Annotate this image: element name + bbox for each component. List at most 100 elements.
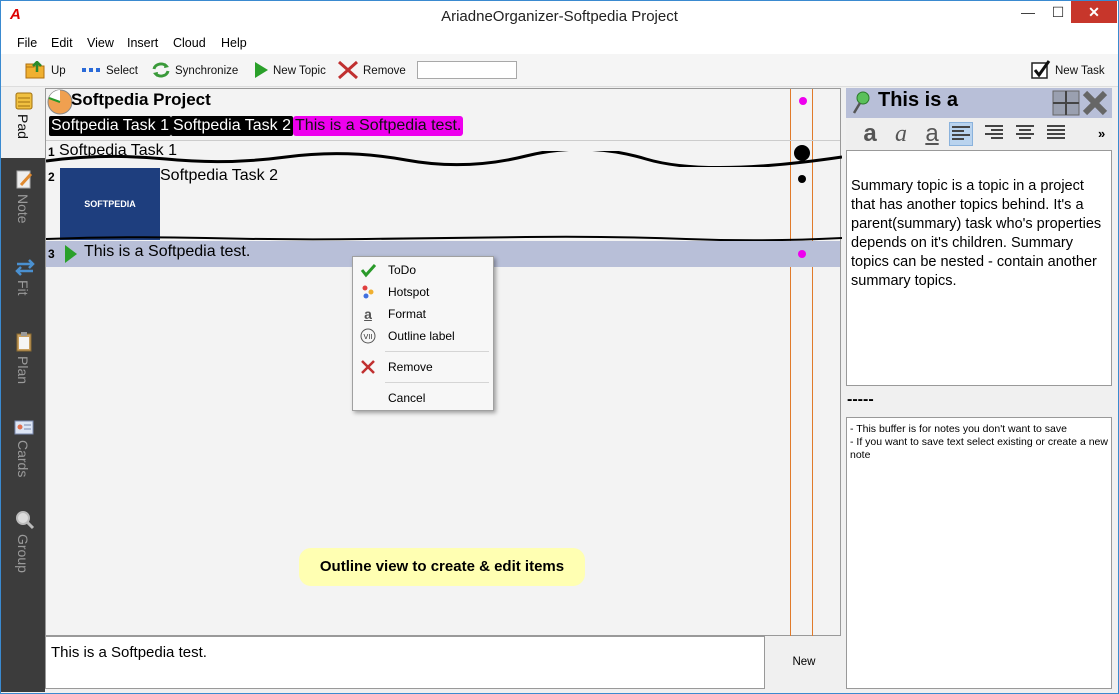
roman-numeral-icon: VII	[360, 328, 376, 344]
row-3-dot	[798, 250, 806, 258]
tab-pad[interactable]: Pad	[1, 88, 45, 158]
tab-plan-label: Plan	[15, 356, 31, 385]
tab-cards[interactable]: Cards	[1, 414, 45, 484]
clipboard-icon	[15, 332, 33, 355]
toolbar-search-input[interactable]	[417, 61, 517, 79]
remove-x-icon	[337, 60, 359, 83]
tab-fit-label: Fit	[15, 280, 31, 296]
folder-up-icon	[25, 59, 47, 82]
maximize-button[interactable]: ☐	[1043, 1, 1073, 23]
chip-task-2[interactable]: Softpedia Task 2	[171, 116, 294, 136]
menu-item-label: Cancel	[388, 391, 426, 405]
menu-edit[interactable]: Edit	[51, 36, 73, 50]
new-task-button[interactable]: New Task	[1031, 59, 1105, 80]
svg-text:VII: VII	[364, 333, 373, 341]
menu-file[interactable]: File	[17, 36, 37, 50]
child-chips: Softpedia Task 1 Softpedia Task 2 This i…	[49, 116, 464, 136]
menu-item-hotspot[interactable]: Hotspot	[353, 281, 493, 303]
align-left-icon[interactable]	[949, 122, 973, 146]
row-number: 3	[48, 247, 55, 261]
tab-pad-label: Pad	[15, 114, 31, 139]
align-right-icon[interactable]	[982, 122, 1006, 146]
menu-help[interactable]: Help	[221, 36, 247, 50]
remove-button[interactable]: Remove	[337, 60, 406, 83]
close-panel-icon[interactable]	[1082, 90, 1108, 119]
synchronize-button[interactable]: Synchronize	[151, 62, 238, 80]
chip-test[interactable]: This is a Softpedia test.	[293, 116, 464, 136]
format-a-icon: a	[364, 306, 372, 322]
align-center-icon[interactable]	[1013, 122, 1037, 146]
menu-item-outline-label[interactable]: VII Outline label	[353, 325, 493, 347]
fit-arrows-icon	[15, 258, 35, 279]
tab-note-label: Note	[15, 194, 31, 224]
select-button[interactable]: Select	[82, 62, 138, 80]
menu-view[interactable]: View	[87, 36, 114, 50]
menu-item-remove[interactable]: Remove	[353, 356, 493, 378]
id-card-icon	[14, 418, 34, 439]
row-text[interactable]: This is a Softpedia test.	[84, 243, 250, 261]
notes-buffer[interactable]: - This buffer is for notes you don't wan…	[846, 417, 1112, 689]
project-marker-dot	[799, 97, 807, 105]
window-title: AriadneOrganizer-Softpedia Project	[441, 8, 678, 25]
notes-separator: -----	[847, 391, 874, 408]
close-button[interactable]: ✕	[1071, 1, 1117, 23]
app-window: A AriadneOrganizer-Softpedia Project — ☐…	[0, 0, 1119, 694]
tab-plan[interactable]: Plan	[1, 328, 45, 390]
menu-item-todo[interactable]: ToDo	[353, 259, 493, 281]
dots-icon	[82, 65, 102, 77]
select-label: Select	[106, 65, 138, 77]
pin-icon	[851, 91, 871, 118]
title-bar: A AriadneOrganizer-Softpedia Project — ☐…	[1, 1, 1118, 32]
remove-x-icon	[360, 359, 376, 375]
menu-item-cancel[interactable]: Cancel	[353, 387, 493, 409]
up-label: Up	[51, 65, 66, 77]
divider-wave-1	[46, 151, 842, 167]
menu-cloud[interactable]: Cloud	[173, 36, 206, 50]
sync-icon	[151, 61, 171, 82]
tab-group[interactable]: Group	[1, 508, 45, 588]
more-chevron-icon[interactable]: »	[1098, 126, 1105, 141]
summary-pie-icon	[47, 89, 73, 118]
menu-insert[interactable]: Insert	[127, 36, 158, 50]
context-menu: ToDo Hotspot a Format VII Outline label …	[352, 256, 494, 411]
pad-icon	[15, 92, 33, 113]
menu-item-label: Format	[388, 307, 427, 321]
tab-fit[interactable]: Fit	[1, 254, 45, 314]
menu-item-format[interactable]: a Format	[353, 303, 493, 325]
bold-icon[interactable]: a	[858, 122, 882, 146]
grid-layout-icon[interactable]	[1052, 90, 1080, 119]
row-play-icon	[64, 244, 78, 269]
menu-separator	[385, 382, 489, 383]
menu-item-label: Outline label	[388, 329, 455, 343]
menu-item-label: ToDo	[388, 263, 417, 277]
new-topic-button[interactable]: New Topic	[253, 61, 326, 82]
play-icon	[253, 61, 269, 82]
row-text[interactable]: Softpedia Task 2	[160, 167, 278, 185]
notes-line: - If you want to save text select existi…	[850, 436, 1108, 461]
check-icon	[360, 262, 377, 278]
tab-note[interactable]: Note	[1, 166, 45, 238]
align-justify-icon[interactable]	[1044, 122, 1068, 146]
item-text-editor[interactable]: This is a Softpedia test.	[45, 636, 765, 689]
topic-summary-text[interactable]: Summary topic is a topic in a project th…	[846, 150, 1112, 386]
tab-group-label: Group	[15, 534, 31, 573]
topic-title: This is a	[878, 89, 959, 111]
synchronize-label: Synchronize	[175, 65, 239, 77]
menu-item-label: Hotspot	[388, 285, 430, 299]
new-task-label: New Task	[1055, 65, 1105, 77]
project-title[interactable]: Softpedia Project	[71, 90, 211, 110]
italic-icon[interactable]: a	[889, 122, 913, 146]
new-topic-label: New Topic	[273, 65, 326, 77]
view-tabs: Pad Note Fit Plan Cards Group	[1, 88, 45, 692]
minimize-button[interactable]: —	[1013, 1, 1043, 23]
chip-task-1[interactable]: Softpedia Task 1	[49, 116, 172, 136]
magnifier-icon	[15, 510, 35, 533]
up-button[interactable]: Up	[25, 59, 66, 82]
row-2-dot	[798, 175, 806, 183]
outline-hint-tooltip: Outline view to create & edit items	[299, 548, 585, 586]
underline-icon[interactable]: a	[920, 122, 944, 146]
new-button[interactable]: New	[766, 636, 842, 689]
hotspot-icon	[360, 284, 376, 300]
outline-row-2[interactable]: 2 SOFTPEDIA Softpedia Task 2	[46, 166, 840, 240]
menu-item-label: Remove	[388, 360, 433, 374]
